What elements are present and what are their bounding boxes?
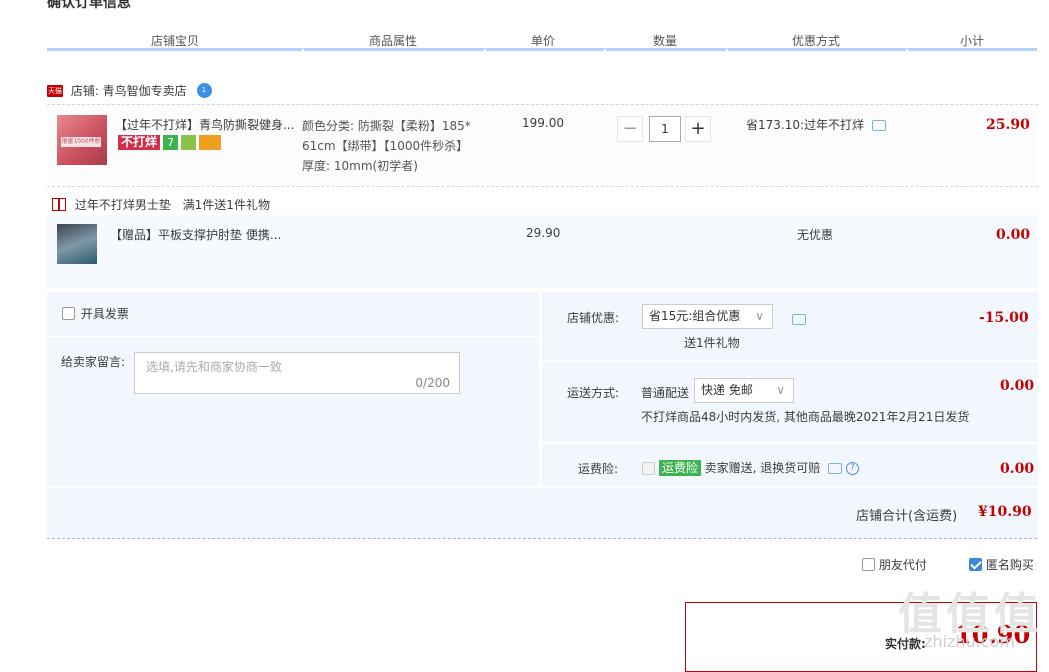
- gift-subtotal: 0.00: [996, 227, 1031, 243]
- chevron-down-icon: ∨: [776, 383, 785, 397]
- no-closing-tag: 不打烊: [118, 135, 161, 150]
- thumbnail-banner: 限量1000件秒杀: [61, 137, 101, 155]
- shipping-option: 快递 免邮: [701, 383, 753, 397]
- help-icon[interactable]: ?: [845, 462, 859, 475]
- shop-total-label: 店铺合计(含运费): [856, 509, 958, 524]
- gift-discount: 无优惠: [797, 228, 834, 242]
- shop-discount-select[interactable]: 省15元:组合优惠 ∨: [642, 304, 773, 329]
- product-attributes: 颜色分类: 防撕裂【柔粉】185* 61cm【绑带】【1000件秒杀】 厚度: …: [302, 116, 471, 176]
- insurance-amount: 0.00: [1000, 461, 1035, 477]
- item-discount: 省173.10:过年不打烊: [746, 116, 886, 133]
- credit-card-icon[interactable]: [199, 135, 222, 150]
- message-label: 给卖家留言:: [61, 355, 126, 369]
- header-separator: [726, 49, 728, 51]
- wangwang-chat-icon[interactable]: 1: [196, 83, 212, 98]
- header-separator: [302, 49, 304, 51]
- col-attributes: 商品属性: [369, 34, 418, 48]
- unit-price: 199.00: [522, 116, 564, 130]
- insurance-label: 运费险:: [578, 462, 619, 476]
- shop-discount-note: 送1件礼物: [684, 336, 740, 350]
- seven-day-return-icon[interactable]: 7: [163, 135, 179, 150]
- divider: [47, 538, 1037, 539]
- chevron-down-icon: ∨: [755, 309, 764, 323]
- attr-line: 61cm【绑带】【1000件秒杀】: [302, 139, 469, 153]
- col-discount: 优惠方式: [792, 34, 841, 48]
- shipping-label: 运送方式:: [567, 386, 620, 400]
- invoice-label: 开具发票: [80, 307, 129, 321]
- shop-total-amount: ¥10.90: [978, 504, 1032, 520]
- shop-name-link[interactable]: 店铺: 青鸟智伽专卖店: [71, 84, 187, 98]
- tmall-badge-icon: 天猫: [47, 84, 63, 97]
- invoice-option[interactable]: 开具发票: [62, 305, 129, 322]
- watermark-url: zhizhu.com: [924, 632, 1015, 651]
- guarantee-icon[interactable]: [181, 135, 197, 150]
- table-header: 店铺宝贝 商品属性 单价 数量 优惠方式 小计: [47, 32, 1038, 48]
- shipping-type: 普通配送: [641, 386, 690, 400]
- attr-line: 厚度: 10mm(初学者): [302, 159, 418, 173]
- product-thumbnail[interactable]: 限量1000件秒杀: [57, 115, 107, 165]
- gift-thumbnail[interactable]: [57, 224, 97, 264]
- friend-pay-checkbox[interactable]: [862, 558, 875, 571]
- shop-discount-label: 店铺优惠:: [567, 311, 620, 325]
- quantity-decrease-button[interactable]: −: [617, 116, 643, 142]
- shipping-amount: 0.00: [1000, 378, 1035, 394]
- friend-pay-option[interactable]: 朋友代付: [862, 556, 927, 573]
- quantity-stepper: − 1 +: [617, 115, 715, 142]
- gift-title-link[interactable]: 【赠品】平板支撑护肘垫 便携...: [110, 226, 281, 243]
- header-separator: [484, 49, 486, 51]
- shop-discount-amount: -15.00: [979, 310, 1029, 326]
- col-shop-items: 店铺宝贝: [151, 34, 200, 48]
- insurance-row: 运费险 卖家赠送, 退换货可赔 ?: [642, 459, 859, 476]
- message-placeholder: 选填,请先和商家协商一致: [146, 360, 282, 374]
- insurance-tag: 运费险: [658, 460, 701, 476]
- seller-message-input[interactable]: 选填,请先和商家协商一致 0/200: [134, 352, 460, 394]
- page-title: 确认订单信息: [47, 0, 131, 11]
- item-discount-text: 省173.10:过年不打烊: [746, 118, 865, 132]
- shop-discount-panel: [542, 292, 1038, 360]
- col-quantity: 数量: [653, 34, 678, 48]
- insurance-checkbox: [642, 462, 655, 475]
- header-separator: [604, 49, 606, 51]
- item-subtotal: 25.90: [986, 117, 1030, 133]
- gift-promo-row: 过年不打烊男士垫 满1件送1件礼物: [52, 196, 270, 213]
- header-separator: [906, 49, 908, 51]
- anonymous-option[interactable]: 匿名购买: [969, 556, 1034, 573]
- col-subtotal: 小计: [960, 34, 985, 48]
- message-counter: 0/200: [415, 376, 450, 390]
- anonymous-label: 匿名购买: [985, 558, 1034, 572]
- gift-icon: [52, 198, 66, 211]
- header-underline: [47, 48, 1037, 51]
- quantity-input[interactable]: 1: [649, 116, 681, 142]
- shipping-note: 不打烊商品48小时内发货, 其他商品最晚2021年2月21日发货: [641, 410, 970, 424]
- anonymous-checkbox[interactable]: [969, 558, 982, 571]
- insurance-desc: 卖家赠送, 退换货可赔: [704, 461, 821, 475]
- divider: [47, 186, 1038, 187]
- gift-unit-price: 29.90: [526, 226, 561, 240]
- invoice-checkbox[interactable]: [62, 307, 75, 320]
- gift-promo-rule: 满1件送1件礼物: [182, 198, 270, 212]
- comment-icon[interactable]: [871, 120, 886, 131]
- comment-icon[interactable]: [828, 463, 843, 474]
- shipping-select[interactable]: 快递 免邮 ∨: [694, 378, 794, 403]
- friend-pay-label: 朋友代付: [878, 558, 927, 572]
- comment-icon[interactable]: [792, 314, 806, 325]
- product-title-link[interactable]: 【过年不打烊】青鸟防撕裂健身...: [115, 116, 294, 133]
- service-tags: 不打烊 7: [118, 135, 222, 151]
- col-unit-price: 单价: [531, 34, 556, 48]
- shop-discount-value: 省15元:组合优惠: [649, 309, 741, 323]
- gift-promo-name: 过年不打烊男士垫: [74, 198, 171, 212]
- shop-row: 天猫 店铺: 青鸟智伽专卖店 1: [47, 82, 212, 100]
- attr-line: 颜色分类: 防撕裂【柔粉】185*: [302, 119, 471, 133]
- quantity-increase-button[interactable]: +: [685, 116, 711, 142]
